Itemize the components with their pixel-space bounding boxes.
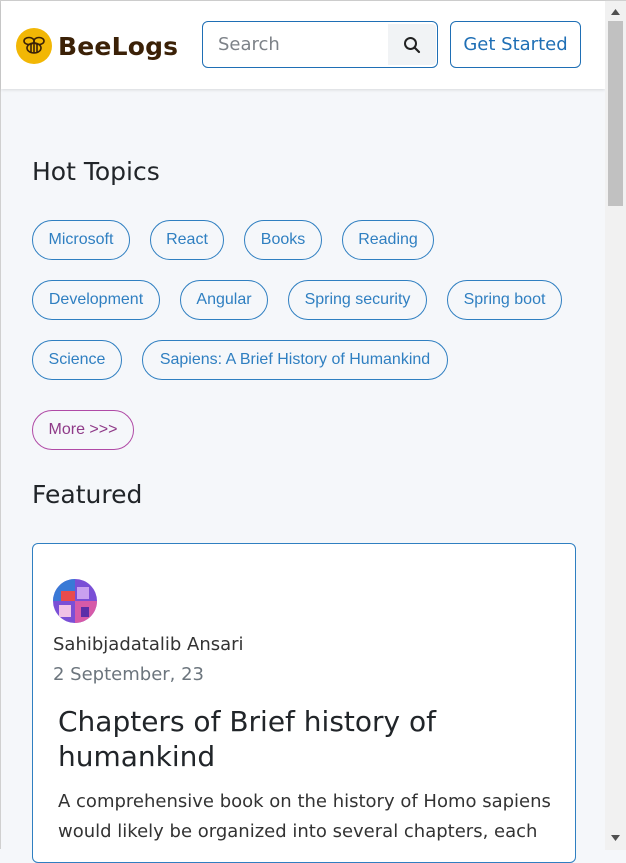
scroll-up-arrow-icon[interactable] (605, 3, 626, 21)
tag-development[interactable]: Development (32, 280, 160, 320)
scrollbar-thumb[interactable] (608, 21, 623, 206)
tag-science[interactable]: Science (32, 340, 122, 380)
get-started-button[interactable]: Get Started (450, 21, 581, 68)
tag-react[interactable]: React (150, 220, 224, 260)
tag-microsoft[interactable]: Microsoft (32, 220, 130, 260)
logo[interactable]: BeeLogs (16, 28, 178, 64)
post-description: A comprehensive book on the history of H… (58, 791, 551, 842)
scroll-down-arrow-icon[interactable] (605, 829, 626, 847)
page-scrollbar[interactable] (605, 1, 626, 850)
bee-icon (16, 28, 52, 64)
search-box (202, 21, 438, 68)
featured-post-card[interactable]: Sahibjadatalib Ansari 2 September, 23 Ch… (32, 543, 576, 863)
tag-books[interactable]: Books (244, 220, 322, 260)
post-title[interactable]: Chapters of Brief history of humankind (58, 704, 528, 774)
logo-text: BeeLogs (58, 31, 179, 61)
post-author[interactable]: Sahibjadatalib Ansari (53, 634, 244, 655)
post-date: 2 September, 23 (53, 664, 205, 685)
search-icon (404, 36, 421, 53)
tag-angular[interactable]: Angular (180, 280, 268, 320)
tag-sapiens[interactable]: Sapiens: A Brief History of Humankind (142, 340, 448, 380)
top-navbar: BeeLogs Get Started (1, 1, 605, 89)
tag-reading[interactable]: Reading (342, 220, 434, 260)
search-button[interactable] (388, 24, 436, 65)
tag-spring-security[interactable]: Spring security (288, 280, 427, 320)
more-topics-button[interactable]: More >>> (32, 410, 134, 450)
search-input[interactable] (203, 22, 387, 67)
hot-topics-heading: Hot Topics (32, 157, 160, 186)
avatar[interactable] (53, 579, 97, 623)
featured-heading: Featured (32, 480, 143, 509)
tag-spring-boot[interactable]: Spring boot (447, 280, 562, 320)
